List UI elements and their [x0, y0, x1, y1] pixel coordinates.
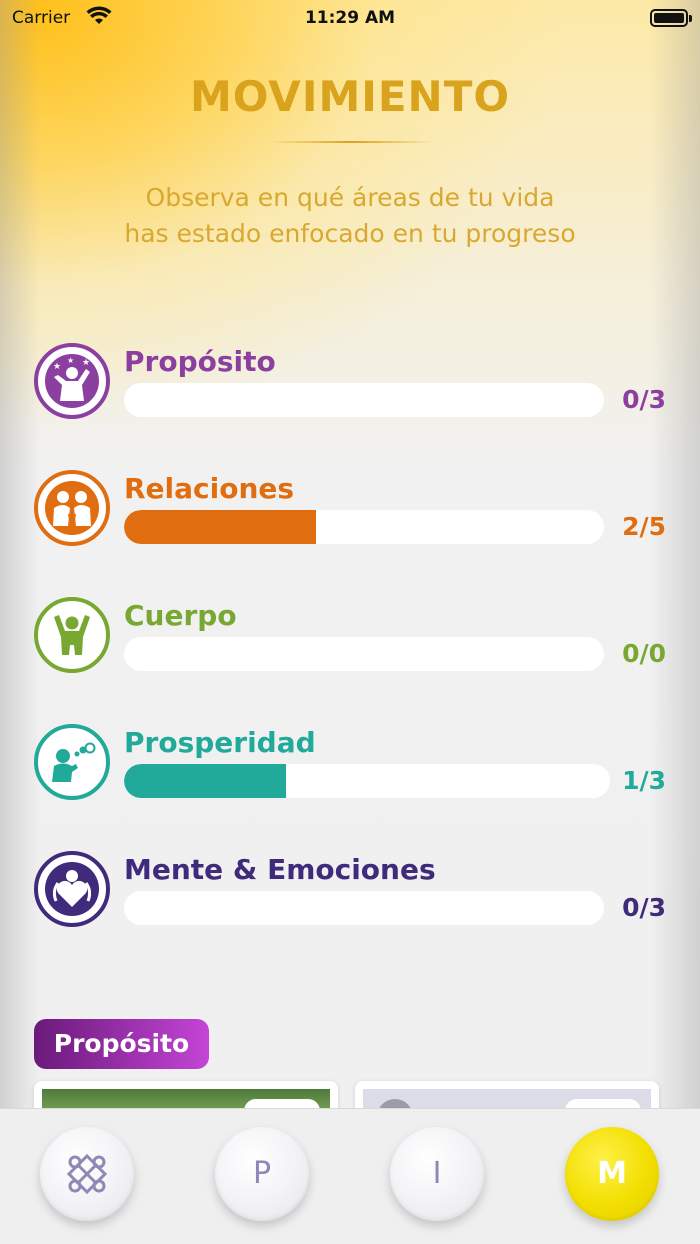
progress-bar: [124, 637, 604, 671]
celebrating-person-icon: ★ ★ ★: [34, 343, 110, 419]
progress-bar: [124, 510, 604, 544]
progress-count: 0/0: [622, 639, 666, 668]
tab-home[interactable]: [40, 1127, 134, 1221]
page-subtitle: Observa en qué áreas de tu vida has esta…: [124, 183, 576, 248]
category-prosperidad[interactable]: Prosperidad 1/3: [34, 724, 674, 804]
category-name: Mente & Emociones: [124, 853, 436, 886]
category-name: Relaciones: [124, 472, 295, 505]
category-proposito[interactable]: ★ ★ ★ Propósito 0/3: [34, 343, 674, 423]
svg-text:★: ★: [82, 358, 90, 368]
status-bar: Carrier 11:29 AM: [0, 0, 700, 36]
heart-person-icon: [34, 851, 110, 927]
category-name: Propósito: [124, 345, 276, 378]
battery-icon: [650, 9, 692, 27]
tab-bar: P I M: [0, 1108, 700, 1244]
progress-fill: [124, 510, 316, 544]
progress-count: 2/5: [622, 512, 666, 541]
category-name: Cuerpo: [124, 599, 237, 632]
right-shade: [650, 0, 700, 1110]
movimiento-screen: Carrier 11:29 AM MOVIMIENTO Observa en q…: [0, 0, 700, 1244]
knot-icon: [66, 1153, 108, 1195]
two-people-icon: [34, 470, 110, 546]
svg-text:★: ★: [67, 356, 74, 365]
svg-text:★: ★: [53, 362, 61, 372]
page-title: MOVIMIENTO: [189, 72, 511, 121]
progress-bar: [124, 891, 604, 925]
progress-count: 0/3: [622, 385, 666, 414]
category-mente-emociones[interactable]: Mente & Emociones 0/3: [34, 851, 674, 931]
progress-count: 0/3: [622, 893, 666, 922]
clock-label: 11:29 AM: [304, 8, 396, 28]
category-relaciones[interactable]: Relaciones 2/5: [34, 470, 674, 550]
section-tag-proposito[interactable]: Propósito: [34, 1019, 209, 1069]
raised-arms-person-icon: [34, 597, 110, 673]
tab-i[interactable]: I: [390, 1127, 484, 1221]
category-name: Prosperidad: [124, 726, 316, 759]
left-shade: [0, 0, 40, 1110]
progress-bar: [124, 764, 610, 798]
tab-p[interactable]: P: [215, 1127, 309, 1221]
progress-fill: [124, 764, 286, 798]
title-divider: [268, 141, 434, 143]
progress-bar: [124, 383, 604, 417]
category-cuerpo[interactable]: Cuerpo 0/0: [34, 597, 674, 677]
progress-count: 1/3: [622, 766, 666, 795]
person-thinking-icon: [34, 724, 110, 800]
tab-m[interactable]: M: [565, 1127, 659, 1221]
